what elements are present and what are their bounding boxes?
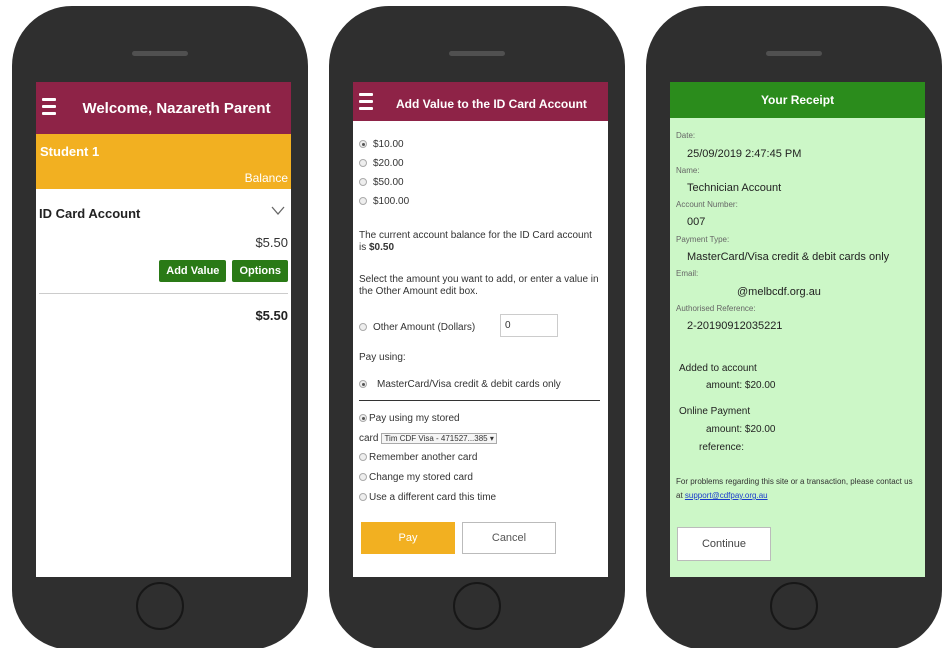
add-value-button[interactable]: Add Value bbox=[159, 260, 227, 282]
other-amount-label: Other Amount (Dollars) bbox=[373, 322, 476, 333]
change-card-option[interactable]: Change my stored card bbox=[359, 472, 473, 483]
radio-icon[interactable] bbox=[359, 493, 367, 502]
remember-card-label: Remember another card bbox=[369, 452, 478, 463]
online-payment-label: Online Payment bbox=[679, 406, 751, 417]
date-value: 25/09/2019 2:47:45 PM bbox=[687, 148, 802, 160]
payment-type-label: Payment Type: bbox=[676, 235, 730, 244]
chevron-down-icon[interactable] bbox=[271, 203, 285, 217]
name-label: Name: bbox=[676, 166, 700, 175]
radio-icon[interactable] bbox=[359, 473, 367, 482]
stored-card-label: Pay using my stored bbox=[369, 413, 460, 424]
options-button[interactable]: Options bbox=[232, 260, 288, 282]
balance-label: Balance bbox=[244, 171, 288, 185]
phone-screen-2: Add Value to the ID Card Account $10.00 … bbox=[353, 82, 608, 577]
different-card-option[interactable]: Use a different card this time bbox=[359, 492, 496, 503]
change-card-label: Change my stored card bbox=[369, 472, 473, 483]
amount-option-20[interactable]: $20.00 bbox=[359, 158, 404, 169]
pay-using-label: Pay using: bbox=[359, 352, 406, 363]
phone-screen-3: Your Receipt Date: 25/09/2019 2:47:45 PM… bbox=[670, 82, 925, 577]
amount-option-label: $10.00 bbox=[373, 139, 404, 150]
radio-icon[interactable] bbox=[359, 159, 367, 168]
home-button[interactable] bbox=[770, 582, 818, 630]
hamburger-menu-icon[interactable] bbox=[359, 93, 373, 110]
amount-option-10[interactable]: $10.00 bbox=[359, 139, 404, 150]
radio-icon[interactable] bbox=[359, 414, 367, 423]
reference-label: Authorised Reference: bbox=[676, 304, 756, 313]
radio-icon[interactable] bbox=[359, 453, 367, 462]
instruction-text: Select the amount you want to add, or en… bbox=[359, 274, 599, 297]
phone-screen-1: Welcome, Nazareth Parent Student 1 Balan… bbox=[36, 82, 291, 577]
account-row: ID Card Account $5.50 Add Value Options bbox=[36, 189, 291, 299]
student-name: Student 1 bbox=[40, 144, 100, 159]
email-label: Email: bbox=[676, 269, 699, 278]
student-panel[interactable]: Student 1 Balance bbox=[36, 134, 291, 189]
remember-card-option[interactable]: Remember another card bbox=[359, 452, 477, 463]
payment-method-option[interactable]: MasterCard/Visa credit & debit cards onl… bbox=[359, 379, 561, 390]
amount-option-label: $20.00 bbox=[373, 158, 404, 169]
stored-card-option[interactable]: Pay using my stored bbox=[359, 413, 460, 424]
header-title: Add Value to the ID Card Account bbox=[396, 97, 587, 111]
card-label: card bbox=[359, 433, 379, 444]
radio-icon[interactable] bbox=[359, 178, 367, 187]
amount-option-label: $50.00 bbox=[373, 177, 404, 188]
phone-speaker bbox=[449, 51, 505, 56]
card-row: card Tim CDF Visa - 471527...385 ▾ bbox=[359, 433, 497, 444]
date-label: Date: bbox=[676, 131, 696, 140]
payment-type-value: MasterCard/Visa credit & debit cards onl… bbox=[687, 251, 890, 263]
amount-option-50[interactable]: $50.00 bbox=[359, 177, 404, 188]
phone-speaker bbox=[132, 51, 188, 56]
card-select[interactable]: Tim CDF Visa - 471527...385 ▾ bbox=[381, 433, 497, 444]
phone-frame-3: Your Receipt Date: 25/09/2019 2:47:45 PM… bbox=[646, 6, 942, 648]
other-amount-option[interactable]: Other Amount (Dollars) bbox=[359, 322, 475, 333]
payment-method-label: MasterCard/Visa credit & debit cards onl… bbox=[377, 379, 561, 390]
radio-icon[interactable] bbox=[359, 140, 367, 149]
online-amount: amount: $20.00 bbox=[706, 424, 776, 435]
continue-button[interactable]: Continue bbox=[677, 527, 771, 561]
radio-icon[interactable] bbox=[359, 380, 367, 389]
added-to-account-label: Added to account bbox=[679, 363, 757, 374]
divider bbox=[39, 293, 288, 294]
other-amount-input[interactable]: 0 bbox=[500, 314, 558, 337]
amount-option-label: $100.00 bbox=[373, 196, 410, 207]
pay-button[interactable]: Pay bbox=[361, 522, 455, 554]
account-amount: $5.50 bbox=[255, 235, 288, 250]
name-value: Technician Account bbox=[687, 182, 782, 194]
account-name: ID Card Account bbox=[39, 206, 141, 221]
app-header: Welcome, Nazareth Parent bbox=[36, 82, 291, 134]
different-card-label: Use a different card this time bbox=[369, 492, 497, 503]
email-value: @melbcdf.org.au bbox=[737, 286, 821, 298]
app-header: Add Value to the ID Card Account bbox=[353, 82, 608, 121]
radio-icon[interactable] bbox=[359, 197, 367, 206]
receipt-header: Your Receipt bbox=[670, 82, 925, 118]
header-title: Welcome, Nazareth Parent bbox=[82, 100, 271, 117]
reference-value: 2-20190912035221 bbox=[687, 320, 783, 332]
balance-value: $0.50 bbox=[369, 242, 395, 253]
added-amount: amount: $20.00 bbox=[706, 380, 776, 391]
account-number-value: 007 bbox=[687, 216, 706, 228]
contact-text: For problems regarding this site or a tr… bbox=[676, 475, 919, 503]
phone-frame-2: Add Value to the ID Card Account $10.00 … bbox=[329, 6, 625, 648]
home-button[interactable] bbox=[136, 582, 184, 630]
online-reference: reference: bbox=[699, 442, 745, 453]
divider bbox=[359, 400, 600, 401]
amount-option-100[interactable]: $100.00 bbox=[359, 196, 409, 207]
radio-icon[interactable] bbox=[359, 323, 367, 332]
home-button[interactable] bbox=[453, 582, 501, 630]
account-actions: Add Value Options bbox=[159, 260, 288, 282]
account-number-label: Account Number: bbox=[676, 200, 738, 209]
phone-frame-1: Welcome, Nazareth Parent Student 1 Balan… bbox=[12, 6, 308, 648]
balance-text: The current account balance for the ID C… bbox=[359, 230, 600, 254]
cancel-button[interactable]: Cancel bbox=[462, 522, 556, 554]
support-email-link[interactable]: support@cdfpay.org.au bbox=[685, 491, 768, 500]
total-balance: $5.50 bbox=[255, 308, 288, 323]
phone-speaker bbox=[766, 51, 822, 56]
